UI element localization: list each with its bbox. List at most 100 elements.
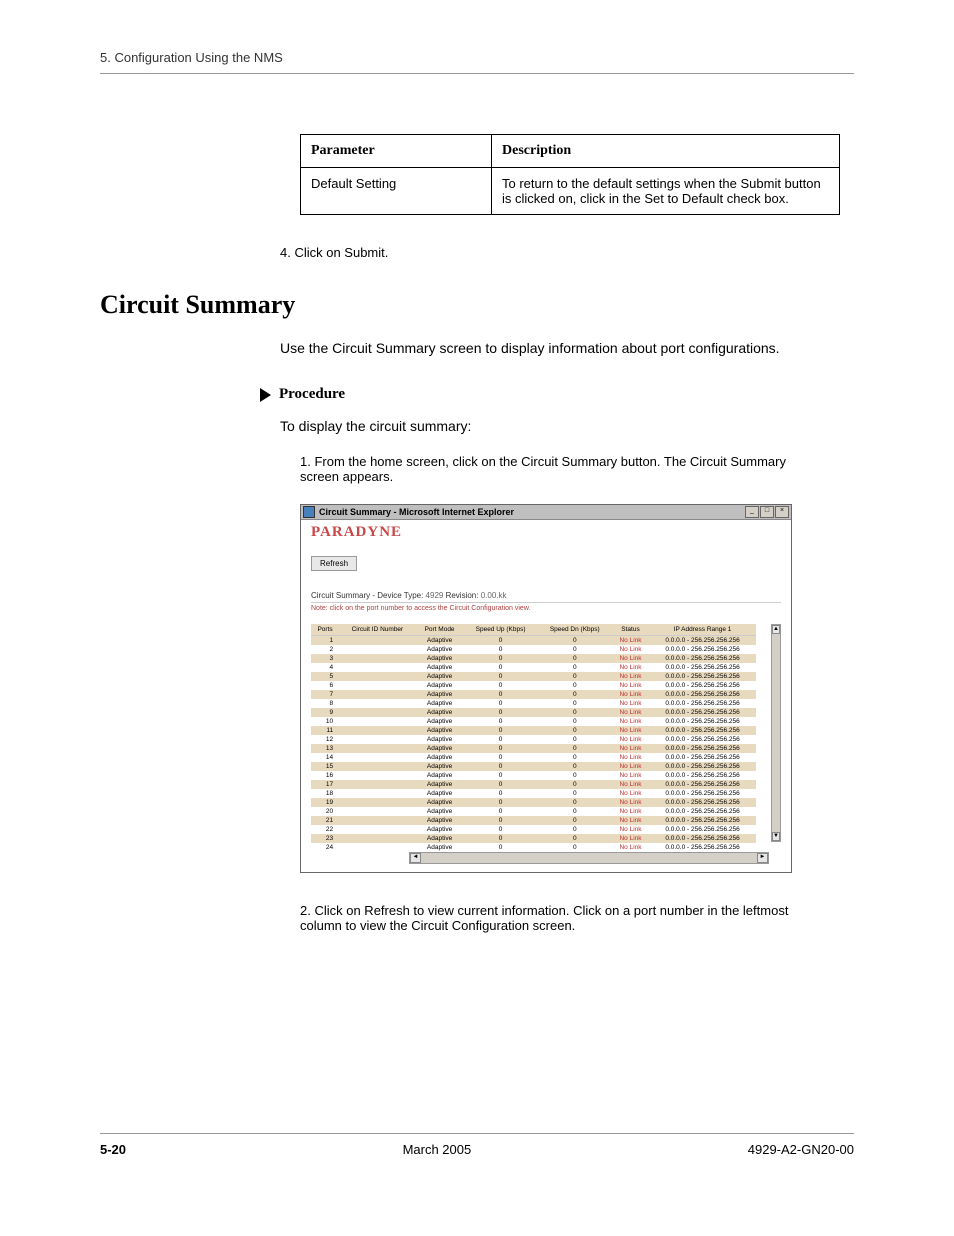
port-link[interactable]: 17: [311, 780, 339, 789]
speed-dn: 0: [538, 726, 612, 735]
table-row: 24Adaptive00No Link0.0.0.0 - 256.256.256…: [311, 843, 756, 852]
port-link[interactable]: 6: [311, 681, 339, 690]
speed-up: 0: [463, 744, 537, 753]
speed-dn: 0: [538, 762, 612, 771]
circuit-id: [339, 807, 416, 816]
port-link[interactable]: 10: [311, 717, 339, 726]
status: No Link: [612, 717, 649, 726]
port-link[interactable]: 15: [311, 762, 339, 771]
table-row: 21Adaptive00No Link0.0.0.0 - 256.256.256…: [311, 816, 756, 825]
refresh-button[interactable]: Refresh: [311, 556, 357, 571]
circuit-id: [339, 798, 416, 807]
ip-range: 0.0.0.0 - 256.256.256.256: [649, 780, 756, 789]
status: No Link: [612, 825, 649, 834]
speed-dn: 0: [538, 816, 612, 825]
speed-dn: 0: [538, 663, 612, 672]
section-title: Circuit Summary: [100, 290, 854, 320]
scroll-up-icon[interactable]: ▲: [772, 625, 780, 634]
port-link[interactable]: 8: [311, 699, 339, 708]
port-link[interactable]: 23: [311, 834, 339, 843]
ip-range: 0.0.0.0 - 256.256.256.256: [649, 708, 756, 717]
table-row: 18Adaptive00No Link0.0.0.0 - 256.256.256…: [311, 789, 756, 798]
port-link[interactable]: 9: [311, 708, 339, 717]
circuit-id: [339, 672, 416, 681]
speed-dn: 0: [538, 807, 612, 816]
status: No Link: [612, 807, 649, 816]
procedure-intro: To display the circuit summary:: [280, 418, 854, 434]
table-row: 9Adaptive00No Link0.0.0.0 - 256.256.256.…: [311, 708, 756, 717]
port-link[interactable]: 20: [311, 807, 339, 816]
table-row: 8Adaptive00No Link0.0.0.0 - 256.256.256.…: [311, 699, 756, 708]
table-row: 23Adaptive00No Link0.0.0.0 - 256.256.256…: [311, 834, 756, 843]
browser-window: Circuit Summary - Microsoft Internet Exp…: [300, 504, 792, 873]
port-mode: Adaptive: [416, 753, 464, 762]
speed-dn: 0: [538, 825, 612, 834]
port-link[interactable]: 14: [311, 753, 339, 762]
port-link[interactable]: 19: [311, 798, 339, 807]
table-row: 4Adaptive00No Link0.0.0.0 - 256.256.256.…: [311, 663, 756, 672]
port-link[interactable]: 24: [311, 843, 339, 852]
port-link[interactable]: 3: [311, 654, 339, 663]
speed-up: 0: [463, 717, 537, 726]
table-row: 5Adaptive00No Link0.0.0.0 - 256.256.256.…: [311, 672, 756, 681]
status: No Link: [612, 663, 649, 672]
close-button[interactable]: ×: [775, 506, 789, 518]
port-link[interactable]: 22: [311, 825, 339, 834]
status: No Link: [612, 744, 649, 753]
port-link[interactable]: 1: [311, 636, 339, 646]
circuit-id: [339, 708, 416, 717]
scroll-left-icon[interactable]: ◄: [410, 853, 421, 863]
port-mode: Adaptive: [416, 780, 464, 789]
port-link[interactable]: 12: [311, 735, 339, 744]
port-link[interactable]: 21: [311, 816, 339, 825]
ip-range: 0.0.0.0 - 256.256.256.256: [649, 789, 756, 798]
ip-range: 0.0.0.0 - 256.256.256.256: [649, 843, 756, 852]
column-header: IP Address Range 1: [649, 624, 756, 636]
minimize-button[interactable]: _: [745, 506, 759, 518]
speed-up: 0: [463, 636, 537, 646]
circuit-id: [339, 717, 416, 726]
port-mode: Adaptive: [416, 744, 464, 753]
ie-icon: [303, 506, 315, 518]
scroll-down-icon[interactable]: ▼: [772, 832, 780, 841]
page-footer: 5-20 March 2005 4929-A2-GN20-00: [100, 1133, 854, 1157]
ip-range: 0.0.0.0 - 256.256.256.256: [649, 717, 756, 726]
column-header: Ports: [311, 624, 339, 636]
circuit-summary-table: PortsCircuit ID NumberPort ModeSpeed Up …: [311, 624, 756, 852]
port-link[interactable]: 18: [311, 789, 339, 798]
port-link[interactable]: 5: [311, 672, 339, 681]
speed-up: 0: [463, 780, 537, 789]
speed-dn: 0: [538, 699, 612, 708]
circuit-id: [339, 762, 416, 771]
desc-header: Description: [492, 135, 840, 168]
ip-range: 0.0.0.0 - 256.256.256.256: [649, 726, 756, 735]
speed-up: 0: [463, 699, 537, 708]
port-link[interactable]: 16: [311, 771, 339, 780]
column-header: Speed Dn (Kbps): [538, 624, 612, 636]
port-mode: Adaptive: [416, 735, 464, 744]
ip-range: 0.0.0.0 - 256.256.256.256: [649, 744, 756, 753]
column-header: Speed Up (Kbps): [463, 624, 537, 636]
port-link[interactable]: 4: [311, 663, 339, 672]
port-mode: Adaptive: [416, 636, 464, 646]
circuit-id: [339, 699, 416, 708]
table-row: 12Adaptive00No Link0.0.0.0 - 256.256.256…: [311, 735, 756, 744]
port-link[interactable]: 7: [311, 690, 339, 699]
table-row: 19Adaptive00No Link0.0.0.0 - 256.256.256…: [311, 798, 756, 807]
window-title: Circuit Summary - Microsoft Internet Exp…: [319, 507, 514, 517]
maximize-button[interactable]: □: [760, 506, 774, 518]
speed-dn: 0: [538, 789, 612, 798]
circuit-id: [339, 663, 416, 672]
ip-range: 0.0.0.0 - 256.256.256.256: [649, 834, 756, 843]
port-link[interactable]: 11: [311, 726, 339, 735]
circuit-id: [339, 645, 416, 654]
speed-dn: 0: [538, 780, 612, 789]
horizontal-scrollbar[interactable]: ◄ ►: [409, 852, 769, 864]
port-link[interactable]: 13: [311, 744, 339, 753]
port-mode: Adaptive: [416, 654, 464, 663]
status: No Link: [612, 654, 649, 663]
port-link[interactable]: 2: [311, 645, 339, 654]
vertical-scrollbar[interactable]: ▲ ▼: [771, 624, 781, 842]
table-row: 22Adaptive00No Link0.0.0.0 - 256.256.256…: [311, 825, 756, 834]
scroll-right-icon[interactable]: ►: [757, 853, 768, 863]
